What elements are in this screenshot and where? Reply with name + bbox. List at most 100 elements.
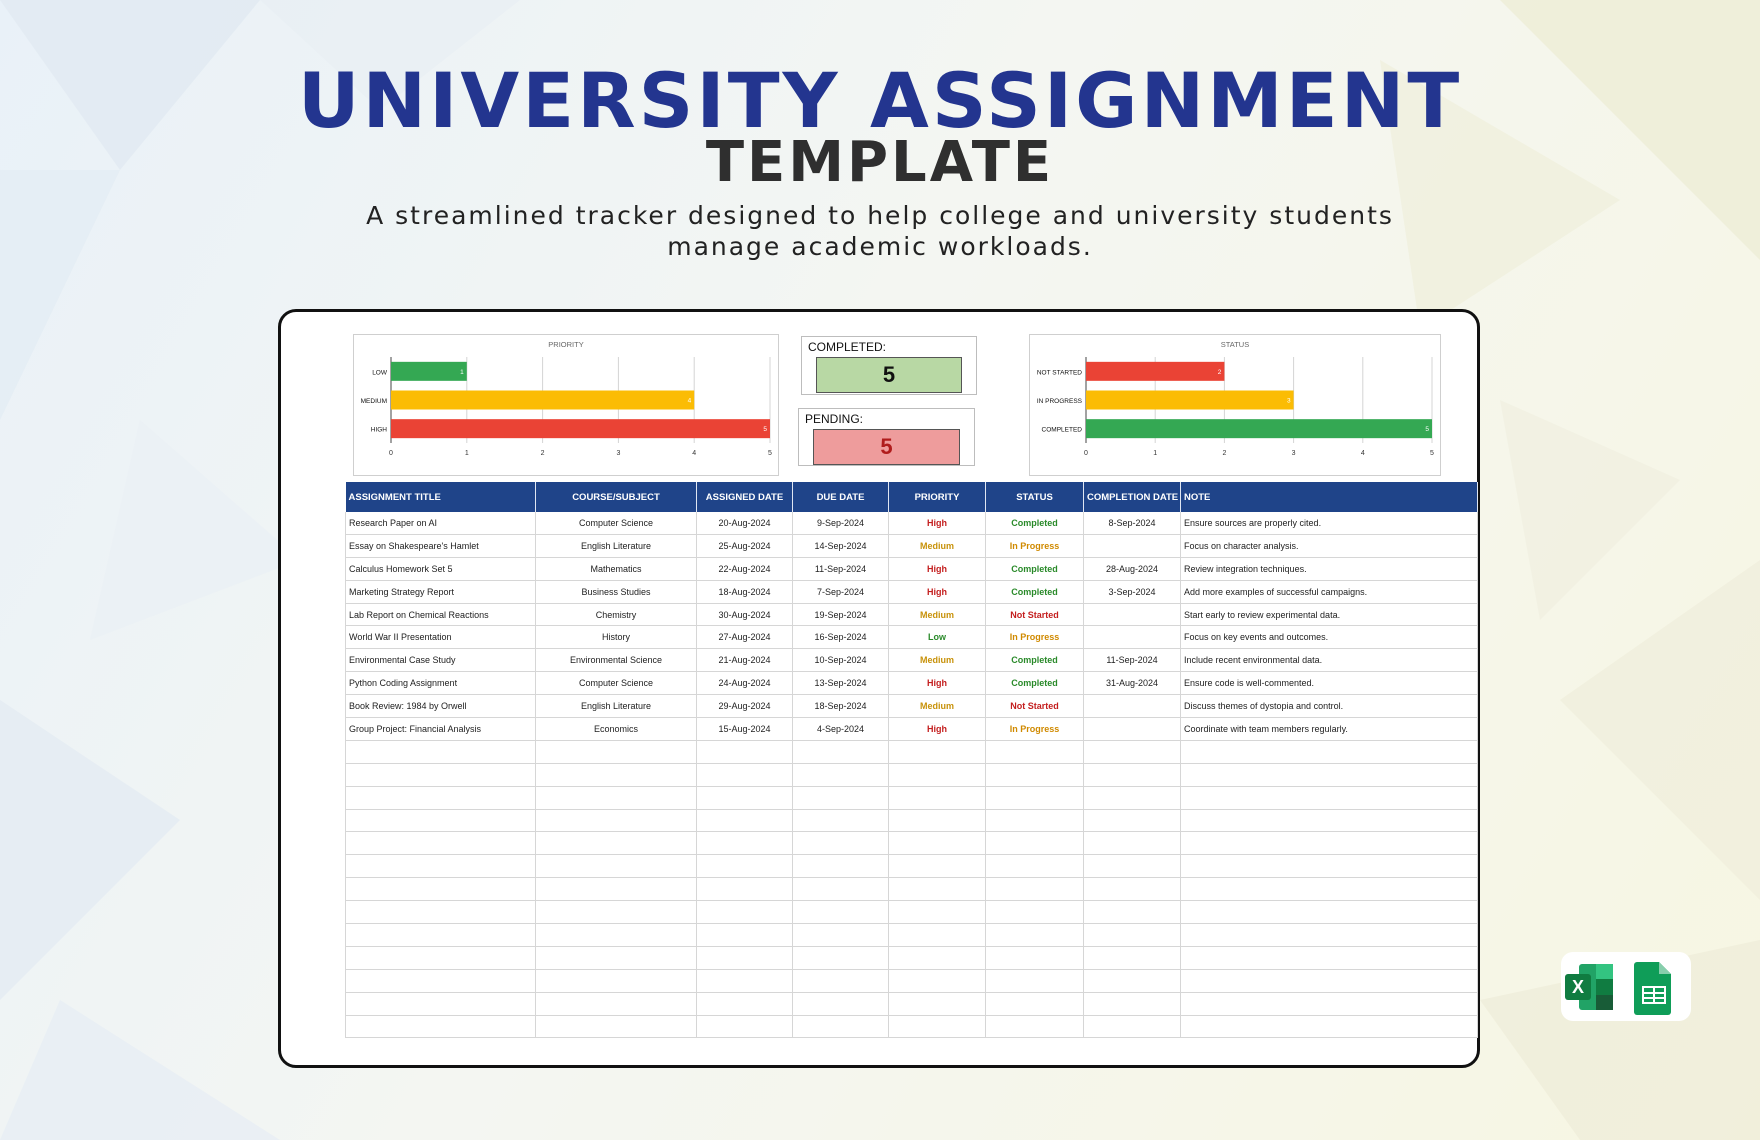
- cell-course[interactable]: Mathematics: [535, 557, 697, 581]
- empty-cell[interactable]: [535, 923, 697, 947]
- cell-completion[interactable]: 3-Sep-2024: [1083, 580, 1181, 604]
- empty-cell[interactable]: [696, 854, 793, 879]
- empty-cell[interactable]: [1180, 831, 1478, 856]
- cell-note[interactable]: Ensure sources are properly cited.: [1180, 512, 1478, 535]
- empty-cell[interactable]: [696, 946, 793, 970]
- cell-title[interactable]: Environmental Case Study: [345, 648, 536, 673]
- cell-course[interactable]: Computer Science: [535, 671, 697, 696]
- empty-cell[interactable]: [535, 763, 697, 787]
- empty-cell[interactable]: [792, 809, 889, 833]
- cell-completion[interactable]: 28-Aug-2024: [1083, 557, 1181, 581]
- empty-cell[interactable]: [985, 923, 1084, 947]
- empty-cell[interactable]: [985, 763, 1084, 787]
- cell-assigned[interactable]: 25-Aug-2024: [696, 534, 793, 558]
- empty-cell[interactable]: [792, 740, 889, 764]
- empty-cell[interactable]: [1083, 740, 1181, 764]
- cell-completion[interactable]: [1083, 603, 1181, 627]
- empty-cell[interactable]: [985, 969, 1084, 993]
- cell-title[interactable]: World War II Presentation: [345, 625, 536, 650]
- empty-cell[interactable]: [1180, 900, 1478, 925]
- empty-cell[interactable]: [888, 809, 986, 833]
- empty-cell[interactable]: [345, 946, 536, 970]
- cell-title[interactable]: Lab Report on Chemical Reactions: [345, 603, 536, 627]
- cell-status[interactable]: In Progress: [985, 625, 1084, 650]
- empty-cell[interactable]: [345, 809, 536, 833]
- cell-course[interactable]: English Literature: [535, 534, 697, 558]
- empty-cell[interactable]: [1083, 992, 1181, 1016]
- empty-cell[interactable]: [792, 923, 889, 947]
- empty-cell[interactable]: [696, 923, 793, 947]
- empty-cell[interactable]: [1083, 877, 1181, 902]
- cell-status[interactable]: In Progress: [985, 717, 1084, 741]
- cell-status[interactable]: In Progress: [985, 534, 1084, 558]
- cell-assigned[interactable]: 15-Aug-2024: [696, 717, 793, 741]
- cell-course[interactable]: Economics: [535, 717, 697, 741]
- empty-cell[interactable]: [1180, 1015, 1478, 1039]
- cell-priority[interactable]: Medium: [888, 603, 986, 627]
- cell-status[interactable]: Not Started: [985, 694, 1084, 719]
- col-priority[interactable]: PRIORITY: [888, 482, 986, 512]
- cell-due[interactable]: 14-Sep-2024: [792, 534, 889, 558]
- cell-completion[interactable]: [1083, 534, 1181, 558]
- cell-course[interactable]: Environmental Science: [535, 648, 697, 673]
- empty-cell[interactable]: [985, 877, 1084, 902]
- empty-cell[interactable]: [1180, 854, 1478, 879]
- empty-cell[interactable]: [792, 763, 889, 787]
- empty-cell[interactable]: [696, 809, 793, 833]
- cell-priority[interactable]: Medium: [888, 694, 986, 719]
- empty-cell[interactable]: [345, 740, 536, 764]
- cell-assigned[interactable]: 21-Aug-2024: [696, 648, 793, 673]
- cell-assigned[interactable]: 24-Aug-2024: [696, 671, 793, 696]
- empty-cell[interactable]: [1083, 969, 1181, 993]
- empty-cell[interactable]: [696, 831, 793, 856]
- cell-note[interactable]: Include recent environmental data.: [1180, 648, 1478, 673]
- empty-cell[interactable]: [345, 877, 536, 902]
- empty-cell[interactable]: [888, 877, 986, 902]
- cell-note[interactable]: Review integration techniques.: [1180, 557, 1478, 581]
- cell-status[interactable]: Not Started: [985, 603, 1084, 627]
- empty-cell[interactable]: [696, 969, 793, 993]
- cell-course[interactable]: Computer Science: [535, 512, 697, 535]
- cell-title[interactable]: Book Review: 1984 by Orwell: [345, 694, 536, 719]
- empty-cell[interactable]: [1083, 763, 1181, 787]
- cell-status[interactable]: Completed: [985, 580, 1084, 604]
- col-assignment-title[interactable]: ASSIGNMENT TITLE: [345, 482, 536, 512]
- cell-due[interactable]: 9-Sep-2024: [792, 512, 889, 535]
- empty-cell[interactable]: [1180, 946, 1478, 970]
- empty-cell[interactable]: [1083, 831, 1181, 856]
- empty-cell[interactable]: [888, 763, 986, 787]
- cell-note[interactable]: Coordinate with team members regularly.: [1180, 717, 1478, 741]
- cell-assigned[interactable]: 22-Aug-2024: [696, 557, 793, 581]
- empty-cell[interactable]: [985, 900, 1084, 925]
- empty-cell[interactable]: [792, 877, 889, 902]
- cell-title[interactable]: Python Coding Assignment: [345, 671, 536, 696]
- empty-cell[interactable]: [1180, 763, 1478, 787]
- cell-due[interactable]: 13-Sep-2024: [792, 671, 889, 696]
- cell-priority[interactable]: Low: [888, 625, 986, 650]
- empty-cell[interactable]: [985, 786, 1084, 810]
- empty-cell[interactable]: [345, 923, 536, 947]
- cell-due[interactable]: 18-Sep-2024: [792, 694, 889, 719]
- empty-cell[interactable]: [792, 831, 889, 856]
- empty-cell[interactable]: [985, 831, 1084, 856]
- cell-assigned[interactable]: 20-Aug-2024: [696, 512, 793, 535]
- empty-cell[interactable]: [792, 854, 889, 879]
- cell-note[interactable]: Discuss themes of dystopia and control.: [1180, 694, 1478, 719]
- cell-completion[interactable]: [1083, 717, 1181, 741]
- empty-cell[interactable]: [535, 992, 697, 1016]
- cell-priority[interactable]: High: [888, 671, 986, 696]
- cell-assigned[interactable]: 27-Aug-2024: [696, 625, 793, 650]
- cell-completion[interactable]: [1083, 625, 1181, 650]
- col-course-subject[interactable]: COURSE/SUBJECT: [535, 482, 697, 512]
- cell-assigned[interactable]: 29-Aug-2024: [696, 694, 793, 719]
- cell-due[interactable]: 16-Sep-2024: [792, 625, 889, 650]
- cell-note[interactable]: Ensure code is well-commented.: [1180, 671, 1478, 696]
- cell-note[interactable]: Focus on character analysis.: [1180, 534, 1478, 558]
- empty-cell[interactable]: [888, 992, 986, 1016]
- cell-priority[interactable]: High: [888, 717, 986, 741]
- empty-cell[interactable]: [792, 969, 889, 993]
- cell-course[interactable]: English Literature: [535, 694, 697, 719]
- cell-course[interactable]: Chemistry: [535, 603, 697, 627]
- empty-cell[interactable]: [792, 786, 889, 810]
- empty-cell[interactable]: [345, 969, 536, 993]
